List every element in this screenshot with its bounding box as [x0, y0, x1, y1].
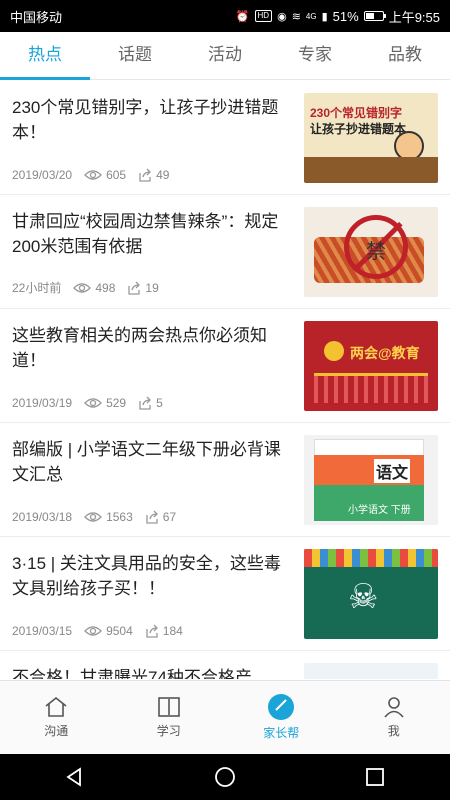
article-title[interactable]: 甘肃回应“校园周边禁售辣条”：规定200米范围有依据	[12, 209, 297, 259]
tab-experts[interactable]: 专家	[270, 32, 360, 79]
nav-label: 家长帮	[263, 726, 300, 740]
clock: 上午9:55	[388, 9, 440, 25]
eye-icon	[73, 282, 92, 293]
article-meta: 2019/03/20 605 49	[12, 168, 169, 182]
hd-icon: HD	[254, 10, 273, 22]
article-title[interactable]: 这些教育相关的两会热点你必须知道！	[12, 323, 297, 373]
nav-me[interactable]: 我	[338, 681, 450, 754]
nav-label: 学习	[156, 724, 181, 738]
eye-icon: ◉	[277, 10, 287, 23]
eye-icon	[84, 626, 102, 636]
article-thumbnail[interactable]: 语文 小学语文 下册	[304, 435, 438, 525]
emblem-icon	[324, 341, 344, 361]
article-date: 2019/03/18	[12, 510, 73, 524]
tab-topics[interactable]: 话题	[90, 32, 180, 79]
tab-events[interactable]: 活动	[180, 32, 270, 79]
status-icons: ⏰ HD ◉ ≋ 4G ▮ 51% 上午9:55	[236, 7, 440, 26]
profile-icon	[384, 697, 404, 718]
share-count: 5	[138, 396, 163, 410]
share-icon	[128, 281, 141, 295]
desk-illustration	[304, 157, 438, 183]
signal-icon: ▮	[321, 10, 328, 23]
nav-label: 沟通	[44, 724, 69, 738]
article-title[interactable]: 部编版 | 小学语文二年级下册必背课文汇总	[12, 437, 297, 487]
home-icon	[45, 696, 67, 717]
article-title[interactable]: 230个常见错别字，让孩子抄进错题本！	[12, 95, 297, 145]
thumbnail-caption: 禁	[366, 241, 386, 263]
share-icon	[139, 168, 152, 182]
tab-hot[interactable]: 热点	[0, 32, 90, 80]
article-meta: 22小时前 498 19	[12, 279, 159, 296]
article-thumbnail[interactable]: ☠	[304, 549, 438, 639]
share-count: 19	[127, 281, 159, 295]
battery-icon	[363, 11, 386, 21]
nav-communicate[interactable]: 沟通	[0, 681, 113, 754]
share-icon	[139, 396, 152, 410]
bottom-nav: 沟通 学习 家长帮 我	[0, 680, 450, 754]
article-thumbnail[interactable]: 230个常见错别字 让孩子抄进错题本	[304, 93, 438, 183]
tab-education[interactable]: 品教	[360, 32, 450, 79]
article-date: 2019/03/15	[12, 624, 73, 638]
home-circle-icon[interactable]	[214, 766, 236, 788]
article-item[interactable]: 部编版 | 小学语文二年级下册必背课文汇总 2019/03/18 1563 67…	[0, 423, 450, 537]
skull-icon: ☠	[348, 578, 379, 616]
article-item[interactable]: 这些教育相关的两会热点你必须知道！ 2019/03/19 529 5 两会@教育	[0, 309, 450, 423]
article-date: 2019/03/20	[12, 168, 73, 182]
article-item[interactable]: 230个常见错别字，让孩子抄进错题本！ 2019/03/20 605 49 23…	[0, 81, 450, 195]
article-feed[interactable]: 230个常见错别字，让孩子抄进错题本！ 2019/03/20 605 49 23…	[0, 81, 450, 679]
nav-parents-help[interactable]: 家长帮	[225, 681, 338, 754]
back-icon[interactable]	[64, 766, 86, 788]
great-hall-illustration	[314, 373, 428, 403]
view-count: 498	[73, 281, 115, 295]
share-count: 184	[145, 624, 183, 638]
view-count: 1563	[84, 510, 133, 524]
view-count: 9504	[84, 624, 133, 638]
wifi-icon: ≋	[291, 10, 301, 23]
view-count: 529	[84, 396, 126, 410]
view-count: 605	[84, 168, 126, 182]
share-count: 67	[145, 510, 176, 524]
system-nav-bar	[0, 754, 450, 800]
parents-help-icon	[268, 694, 295, 720]
nav-study[interactable]: 学习	[113, 681, 226, 754]
article-thumbnail[interactable]	[304, 663, 438, 679]
thumbnail-subcaption: 小学语文 下册	[348, 505, 411, 516]
share-icon	[146, 624, 158, 638]
recents-icon[interactable]	[364, 766, 386, 788]
thumbnail-caption: 语文	[374, 459, 411, 483]
article-date: 2019/03/19	[12, 396, 73, 410]
article-item[interactable]: 不合格！甘肃曝光74种不合格产	[0, 651, 450, 679]
article-item[interactable]: 甘肃回应“校园周边禁售辣条”：规定200米范围有依据 22小时前 498 19 …	[0, 195, 450, 309]
article-meta: 2019/03/15 9504 184	[12, 624, 183, 638]
article-thumbnail[interactable]: 禁	[304, 207, 438, 297]
article-title[interactable]: 3·15 | 关注文具用品的安全，这些毒文具别给孩子买！！	[12, 551, 297, 601]
eye-icon	[84, 512, 102, 522]
alarm-icon: ⏰	[235, 10, 250, 23]
article-item[interactable]: 3·15 | 关注文具用品的安全，这些毒文具别给孩子买！！ 2019/03/15…	[0, 537, 450, 651]
article-meta: 2019/03/18 1563 67	[12, 510, 176, 524]
nav-label: 我	[387, 724, 400, 738]
book-icon	[157, 697, 180, 717]
article-date: 22小时前	[12, 281, 62, 295]
share-count: 49	[138, 168, 169, 182]
network-type: 4G	[305, 11, 317, 21]
status-bar: 中国移动 ⏰ HD ◉ ≋ 4G ▮ 51% 上午9:55	[0, 0, 450, 32]
thumbnail-caption: 两会@教育	[350, 345, 420, 361]
article-title[interactable]: 不合格！甘肃曝光74种不合格产	[12, 665, 297, 679]
category-tabs: 热点 话题 活动 专家 品教	[0, 32, 450, 80]
carrier-name: 中国移动	[10, 9, 63, 25]
article-meta: 2019/03/19 529 5	[12, 396, 163, 410]
share-icon	[146, 510, 158, 524]
eye-icon	[84, 170, 102, 180]
eye-icon	[84, 398, 102, 408]
article-thumbnail[interactable]: 两会@教育	[304, 321, 438, 411]
pencils-illustration	[304, 549, 438, 567]
thumbnail-caption: 230个常见错别字 让孩子抄进错题本	[310, 106, 407, 136]
battery-percent: 51%	[332, 8, 359, 24]
